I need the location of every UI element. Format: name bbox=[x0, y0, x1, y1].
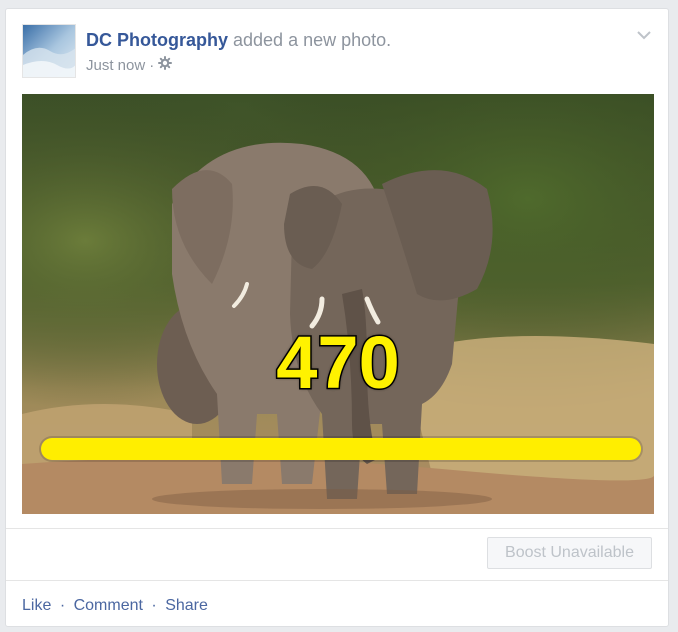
action-separator: · bbox=[151, 597, 157, 614]
chevron-down-icon[interactable] bbox=[636, 28, 652, 40]
progress-fill bbox=[41, 438, 641, 460]
timestamp-link[interactable]: Just now bbox=[86, 57, 145, 74]
overlay-counter: 470 bbox=[275, 321, 401, 404]
comment-link[interactable]: Comment bbox=[74, 597, 143, 614]
action-separator: · bbox=[59, 597, 66, 614]
post-meta: Just now · bbox=[86, 56, 173, 74]
share-link[interactable]: Share bbox=[165, 597, 208, 614]
page-avatar[interactable] bbox=[22, 24, 76, 78]
boost-button[interactable]: Boost Unavailable bbox=[487, 537, 652, 569]
avatar-image bbox=[23, 25, 75, 77]
meta-separator: · bbox=[149, 56, 155, 74]
post-header: DC Photography added a new photo. Just n… bbox=[22, 24, 652, 80]
gear-icon[interactable] bbox=[158, 56, 173, 74]
post-action-text: added a new photo. bbox=[233, 30, 392, 50]
post-photo[interactable]: 470 bbox=[22, 94, 654, 514]
divider bbox=[6, 528, 668, 529]
post-actions: Like · Comment · Share bbox=[22, 597, 208, 615]
post-headline: DC Photography added a new photo. bbox=[86, 30, 391, 51]
page-name-link[interactable]: DC Photography bbox=[86, 30, 228, 50]
like-link[interactable]: Like bbox=[22, 597, 51, 614]
post-card: DC Photography added a new photo. Just n… bbox=[5, 8, 669, 627]
divider bbox=[6, 580, 668, 581]
progress-bar bbox=[41, 438, 641, 460]
